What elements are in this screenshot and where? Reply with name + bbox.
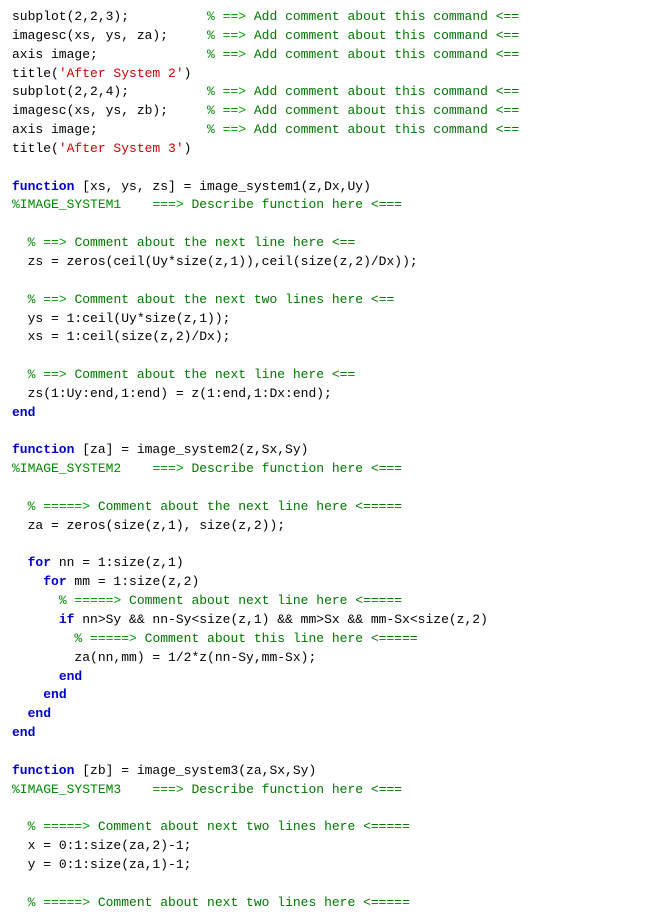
line-7: axis image; % ==> Add comment about this…: [12, 122, 519, 137]
line-13: % ==> Comment about the next two lines h…: [12, 292, 394, 307]
line-19: function [za] = image_system2(z,Sx,Sy): [12, 442, 308, 457]
line-1: subplot(2,2,3); % ==> Add comment about …: [12, 9, 519, 24]
line-25: % =====> Comment about next line here <=…: [12, 593, 402, 608]
line-3: axis image; % ==> Add comment about this…: [12, 47, 519, 62]
line-8: title('After System 3'): [12, 141, 191, 156]
line-16: % ==> Comment about the next line here <…: [12, 367, 355, 382]
code-content: subplot(2,2,3); % ==> Add comment about …: [12, 8, 654, 913]
line-12: zs = zeros(ceil(Uy*size(z,1)),ceil(size(…: [12, 254, 418, 269]
line-9: function [xs, ys, zs] = image_system1(z,…: [12, 179, 371, 194]
code-editor: subplot(2,2,3); % ==> Add comment about …: [12, 8, 654, 913]
line-6: imagesc(xs, ys, zb); % ==> Add comment a…: [12, 103, 519, 118]
line-33: function [zb] = image_system3(za,Sx,Sy): [12, 763, 316, 778]
line-11: % ==> Comment about the next line here <…: [12, 235, 355, 250]
line-29: end: [12, 669, 82, 684]
line-22: za = zeros(size(z,1), size(z,2));: [12, 518, 285, 533]
line-17: zs(1:Uy:end,1:end) = z(1:end,1:Dx:end);: [12, 386, 332, 401]
line-18: end: [12, 405, 35, 420]
line-5: subplot(2,2,4); % ==> Add comment about …: [12, 84, 519, 99]
line-27: % =====> Comment about this line here <=…: [12, 631, 418, 646]
line-28: za(nn,mm) = 1/2*z(nn-Sy,mm-Sx);: [12, 650, 316, 665]
line-21: % =====> Comment about the next line her…: [12, 499, 402, 514]
line-2: imagesc(xs, ys, za); % ==> Add comment a…: [12, 28, 519, 43]
line-4: title('After System 2'): [12, 66, 191, 81]
line-23: for nn = 1:size(z,1): [12, 555, 184, 570]
line-14: ys = 1:ceil(Uy*size(z,1));: [12, 311, 230, 326]
line-38: % =====> Comment about next two lines he…: [12, 895, 410, 910]
line-26: if nn>Sy && nn-Sy<size(z,1) && mm>Sx && …: [12, 612, 488, 627]
line-37: y = 0:1:size(za,1)-1;: [12, 857, 191, 872]
line-20: %IMAGE_SYSTEM2 ===> Describe function he…: [12, 461, 402, 476]
line-34: %IMAGE_SYSTEM3 ===> Describe function he…: [12, 782, 402, 797]
line-30: end: [12, 687, 67, 702]
line-35: % =====> Comment about next two lines he…: [12, 819, 410, 834]
line-24: for mm = 1:size(z,2): [12, 574, 199, 589]
line-10: %IMAGE_SYSTEM1 ===> Describe function he…: [12, 197, 402, 212]
line-32: end: [12, 725, 35, 740]
line-36: x = 0:1:size(za,2)-1;: [12, 838, 191, 853]
line-31: end: [12, 706, 51, 721]
line-15: xs = 1:ceil(size(z,2)/Dx);: [12, 329, 230, 344]
